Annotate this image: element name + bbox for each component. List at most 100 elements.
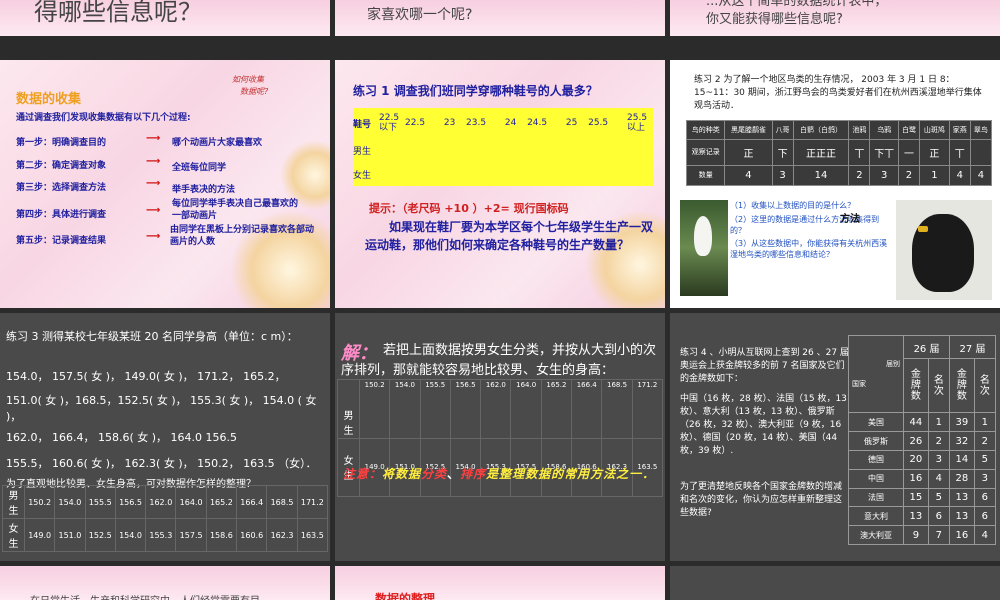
step-desc: 哪个动画片大家最喜欢	[172, 138, 263, 148]
table-header: 23.5	[466, 118, 487, 128]
slide-thumb-exercise-4[interactable]: 练习 4 、小明从互联网上查到 26 、27 届奥运会上获金牌较多的前 7 名国…	[670, 313, 1000, 561]
country-cell: 美国	[847, 412, 905, 433]
slide-thumb-bottom-left[interactable]: 在日常生活、生产和科学研究中，人们经常需要有目	[0, 566, 330, 600]
count-cell: 4	[948, 164, 971, 187]
slide-thumb-exercise-1[interactable]: 练习 1 调查我们班同学穿哪种鞋号的人最多？ 鞋号 22.5以下 22.5 23…	[335, 60, 665, 308]
table-header: 22.5	[405, 118, 426, 128]
table-cell: 162.0	[145, 485, 177, 519]
slide-thumb-data-collection[interactable]: 数据的收集 如何收集 数据呢? 通过调查我们发现收集数据有以下几个过程: 第一步…	[0, 60, 330, 308]
egret-shape	[694, 216, 712, 256]
country-cell: 俄罗斯	[847, 431, 905, 452]
table-cell: 157.5	[175, 518, 207, 552]
question-text: （2）这里的数据是通过什么方法收集得到的？	[730, 215, 880, 235]
table-header: 家燕	[948, 120, 971, 140]
question-text: （3）从这些数据中，你能获得有关杭州西溪湿地鸟类的哪些信息和结论？	[730, 239, 888, 259]
table-cell: 164.0	[175, 485, 207, 519]
tally-cell: 丅	[848, 138, 871, 166]
slide-fragment-text: 家喜欢哪一个呢?	[367, 7, 473, 23]
slide-thumb-exercise-2[interactable]: 练习 2 为了解一个地区鸟类的生存情况， 2003 年 3 月 1 日 8：15…	[670, 60, 1000, 308]
step-desc: 由同学在黑板上分别记录喜欢各部动画片的人数	[170, 225, 315, 247]
table-header: 25.5以上	[627, 113, 648, 133]
table-cell: 154.0	[114, 518, 147, 552]
slide-subtitle: 通过调查我们发现收集数据有以下几个过程:	[16, 113, 191, 123]
table-cell: 6	[927, 506, 951, 527]
table-header: 鞋号	[353, 119, 372, 130]
myna-beak	[918, 226, 928, 232]
count-cell: 1	[919, 164, 950, 187]
shoe-size-table: 鞋号 22.5以下 22.5 23 23.5 24 24.5 25 25.5 2…	[353, 108, 653, 186]
table-row: 意大利 13 6 13 6	[847, 506, 997, 527]
table-header: 池鸦	[848, 120, 871, 140]
table-cell: 163.5	[296, 518, 329, 552]
table-cell: 16	[903, 468, 929, 489]
table-row-label: 男生	[353, 146, 372, 157]
table-header: 24	[504, 118, 517, 128]
table-header: 24.5	[527, 118, 548, 128]
table-cell: 155.3	[145, 518, 177, 552]
table-cell: 166.4	[571, 379, 603, 439]
slide-thumb-sort-solution[interactable]: 解： 若把上面数据按男女生分类，并按从大到小的次序排列，那就能较容易地比较男、女…	[335, 313, 665, 561]
solution-text: 若把上面数据按男女生分类，并按从大到小的次序排列，那就能较容易地比较男、女生的身…	[341, 343, 657, 378]
method-word: 方法	[840, 214, 860, 225]
header-country: 国家	[852, 380, 866, 389]
table-header: 25.5	[588, 118, 609, 128]
table-cell: 6	[973, 487, 997, 508]
note-text: 注意：将数据分类、排序是整理数据的常用方法之一．	[343, 463, 659, 485]
table-row-label: 女生	[353, 170, 372, 181]
count-cell: 2	[848, 164, 871, 187]
slide-title: 练习 1 调查我们班同学穿哪种鞋号的人最多？	[353, 84, 598, 98]
slide-thumb-top-middle[interactable]: 家喜欢哪一个呢?	[335, 0, 665, 36]
country-cell: 法国	[847, 487, 905, 508]
table-header: 乌鸦	[869, 120, 899, 140]
tally-cell: 正	[724, 138, 773, 166]
egret-photo	[680, 200, 728, 296]
step-label: 第五步：记录调查结果	[16, 236, 107, 246]
country-cell: 中国	[847, 468, 905, 489]
table-cell: 154.0	[389, 379, 421, 439]
slide-thumb-top-left[interactable]: 得哪些信息呢？	[0, 0, 330, 36]
table-header: 金牌数	[949, 358, 975, 414]
table-header: 27 届	[949, 334, 996, 360]
intro-text: 练习 2 为了解一个地区鸟类的生存情况， 2003 年 3 月 1 日 8：15…	[694, 75, 982, 111]
slide-tag: 数据呢?	[240, 87, 269, 96]
slide-thumb-top-right[interactable]: ...从这个简单的数据统计表中， 你又能获得哪些信息呢?	[670, 0, 1000, 36]
table-cell: 165.2	[205, 485, 238, 519]
height-line: 162.0， 166.4， 158.6( 女 )， 164.0 156.5	[6, 431, 238, 444]
table-row: 法国 15 5 13 6	[847, 487, 997, 508]
step-desc: 每位同学举手表决自己最喜欢的一部动画片	[172, 199, 299, 221]
medal-list-text: 中国（16 枚，28 枚）、法国（15 枚，13 枚）、意大利（13 枚，13 …	[680, 394, 847, 456]
tally-cell: 正正正	[792, 138, 850, 166]
step-label: 第一步：明确调查目的	[16, 138, 107, 148]
note-keyword-sort: 排序	[460, 467, 487, 481]
question-text: 为了更清楚地反映各个国家金牌数的增减和名次的变化，你认为应怎样重新整理这些数据?	[680, 482, 843, 518]
table-cell: 9	[903, 525, 929, 545]
slide-thumb-bottom-right[interactable]	[670, 566, 1000, 600]
table-cell: 13	[903, 506, 929, 527]
table-cell: 3	[927, 450, 951, 470]
table-cell: 4	[973, 525, 997, 545]
slide-title: 练习 3 测得某校七年级某班 20 名同学身高（单位：c m）：	[6, 330, 298, 343]
table-cell: 32	[949, 431, 975, 452]
table-header: 名次	[927, 358, 951, 414]
table-header: 名次	[973, 358, 997, 414]
arrow-right-icon: ⟶	[146, 133, 161, 144]
table-header: 山斑鸠	[919, 120, 950, 140]
table-cell: 168.5	[266, 485, 298, 519]
slide-thumb-exercise-3[interactable]: 练习 3 测得某校七年级某班 20 名同学身高（单位：c m）： 154.0， …	[0, 313, 330, 561]
count-cell: 4	[969, 164, 993, 187]
table-header: 25	[565, 118, 578, 128]
country-cell: 德国	[847, 450, 905, 470]
step-label: 第三步：选择调查方法	[16, 183, 107, 193]
question-text: 如果现在鞋厂要为本学区每个七年级学生生产一双运动鞋，那他们如何来确定各种鞋号的生…	[365, 220, 654, 252]
height-line: 151.0( 女 )，168.5，152.5( 女 )， 155.3( 女 )，…	[6, 394, 317, 423]
table-cell: 149.0	[23, 518, 56, 552]
table-cell: 44	[903, 412, 929, 433]
table-cell: 3	[973, 468, 997, 489]
table-cell: 7	[927, 525, 951, 545]
table-cell: 1	[927, 412, 951, 433]
table-cell: 5	[973, 450, 997, 470]
slide-thumb-bottom-middle[interactable]: 数据的整理	[335, 566, 665, 600]
country-cell: 澳大利亚	[847, 525, 905, 545]
table-cell: 155.5	[419, 379, 451, 439]
table-header: 白鹡（白鸽）	[792, 120, 850, 140]
